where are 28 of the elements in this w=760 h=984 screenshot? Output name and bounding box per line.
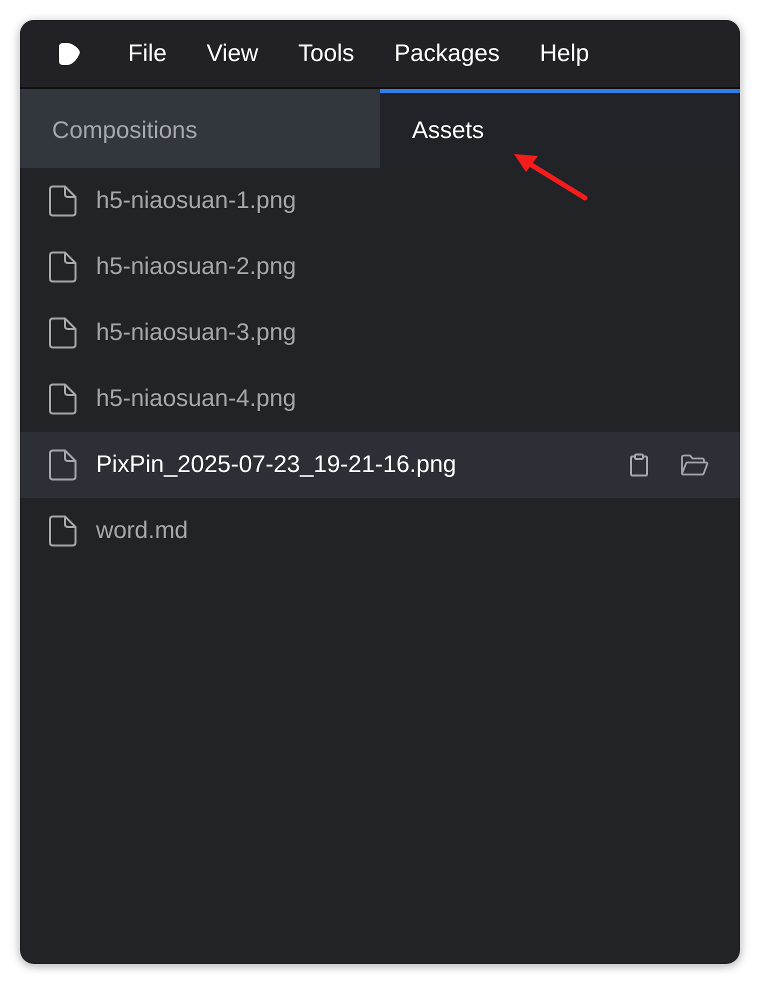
file-name: word.md: [96, 516, 188, 546]
file-icon: [48, 317, 77, 349]
file-icon: [48, 515, 77, 547]
menu-item[interactable]: Packages: [394, 38, 500, 70]
tab[interactable]: Assets: [380, 89, 740, 168]
file-list-item[interactable]: h5-niaosuan-4.png: [20, 366, 740, 432]
file-name: h5-niaosuan-2.png: [96, 252, 296, 282]
file-list-item[interactable]: h5-niaosuan-1.png: [20, 168, 740, 234]
menu-item[interactable]: File: [128, 38, 167, 70]
file-icon: [48, 449, 77, 481]
file-name: PixPin_2025-07-23_19-21-16.png: [96, 450, 456, 480]
file-list-item[interactable]: word.md: [20, 498, 740, 564]
file-icon: [48, 185, 77, 217]
file-list-item[interactable]: h5-niaosuan-2.png: [20, 234, 740, 300]
file-name: h5-niaosuan-3.png: [96, 318, 296, 348]
tab[interactable]: Compositions: [20, 89, 380, 168]
file-name: h5-niaosuan-1.png: [96, 186, 296, 216]
folder-icon[interactable]: [680, 454, 709, 476]
app-logo-icon: [57, 42, 81, 66]
menu-item[interactable]: Help: [540, 38, 590, 70]
menu-item[interactable]: View: [206, 38, 258, 70]
file-list-item[interactable]: PixPin_2025-07-23_19-21-16.png: [20, 432, 740, 498]
file-icon: [48, 251, 77, 283]
file-name: h5-niaosuan-4.png: [96, 384, 296, 414]
file-list-item[interactable]: h5-niaosuan-3.png: [20, 300, 740, 366]
clipboard-icon[interactable]: [629, 453, 649, 477]
file-icon: [48, 383, 77, 415]
menu-item[interactable]: Tools: [298, 38, 354, 70]
